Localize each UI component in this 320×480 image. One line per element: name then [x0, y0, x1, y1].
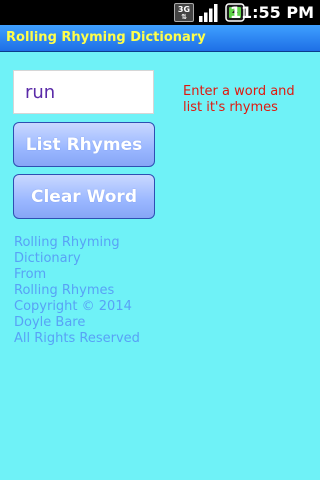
3g-data-icon: 3G ⇅ [174, 3, 194, 22]
clock-suffix: PM [286, 3, 314, 22]
credits-line-company: Rolling Rhymes [14, 283, 115, 298]
credits-block: Rolling Rhyming Dictionary From Rolling … [14, 235, 184, 347]
title-bar: Rolling Rhyming Dictionary [0, 25, 320, 52]
hint-text: Enter a word and list it's rhymes [183, 84, 295, 115]
credits-line-dictionary: Dictionary [14, 251, 81, 266]
clear-word-button[interactable]: Clear Word [13, 174, 155, 219]
credits-line-author: Doyle Bare [14, 315, 86, 330]
credits-line-copyright: Copyright © 2014 [14, 299, 132, 314]
list-rhymes-button[interactable]: List Rhymes [13, 122, 155, 167]
signal-strength-icon [199, 4, 218, 22]
credits-line-app: Rolling Rhyming [14, 235, 120, 250]
status-bar: 3G ⇅ 11:55 PM [0, 0, 320, 25]
credits-line-from: From [14, 267, 47, 282]
app-title: Rolling Rhyming Dictionary [6, 30, 206, 45]
clock-time: 11:55 [229, 3, 281, 22]
credits-line-rights: All Rights Reserved [14, 331, 140, 346]
clock: 11:55 PM [230, 0, 314, 25]
word-input[interactable] [13, 70, 154, 114]
